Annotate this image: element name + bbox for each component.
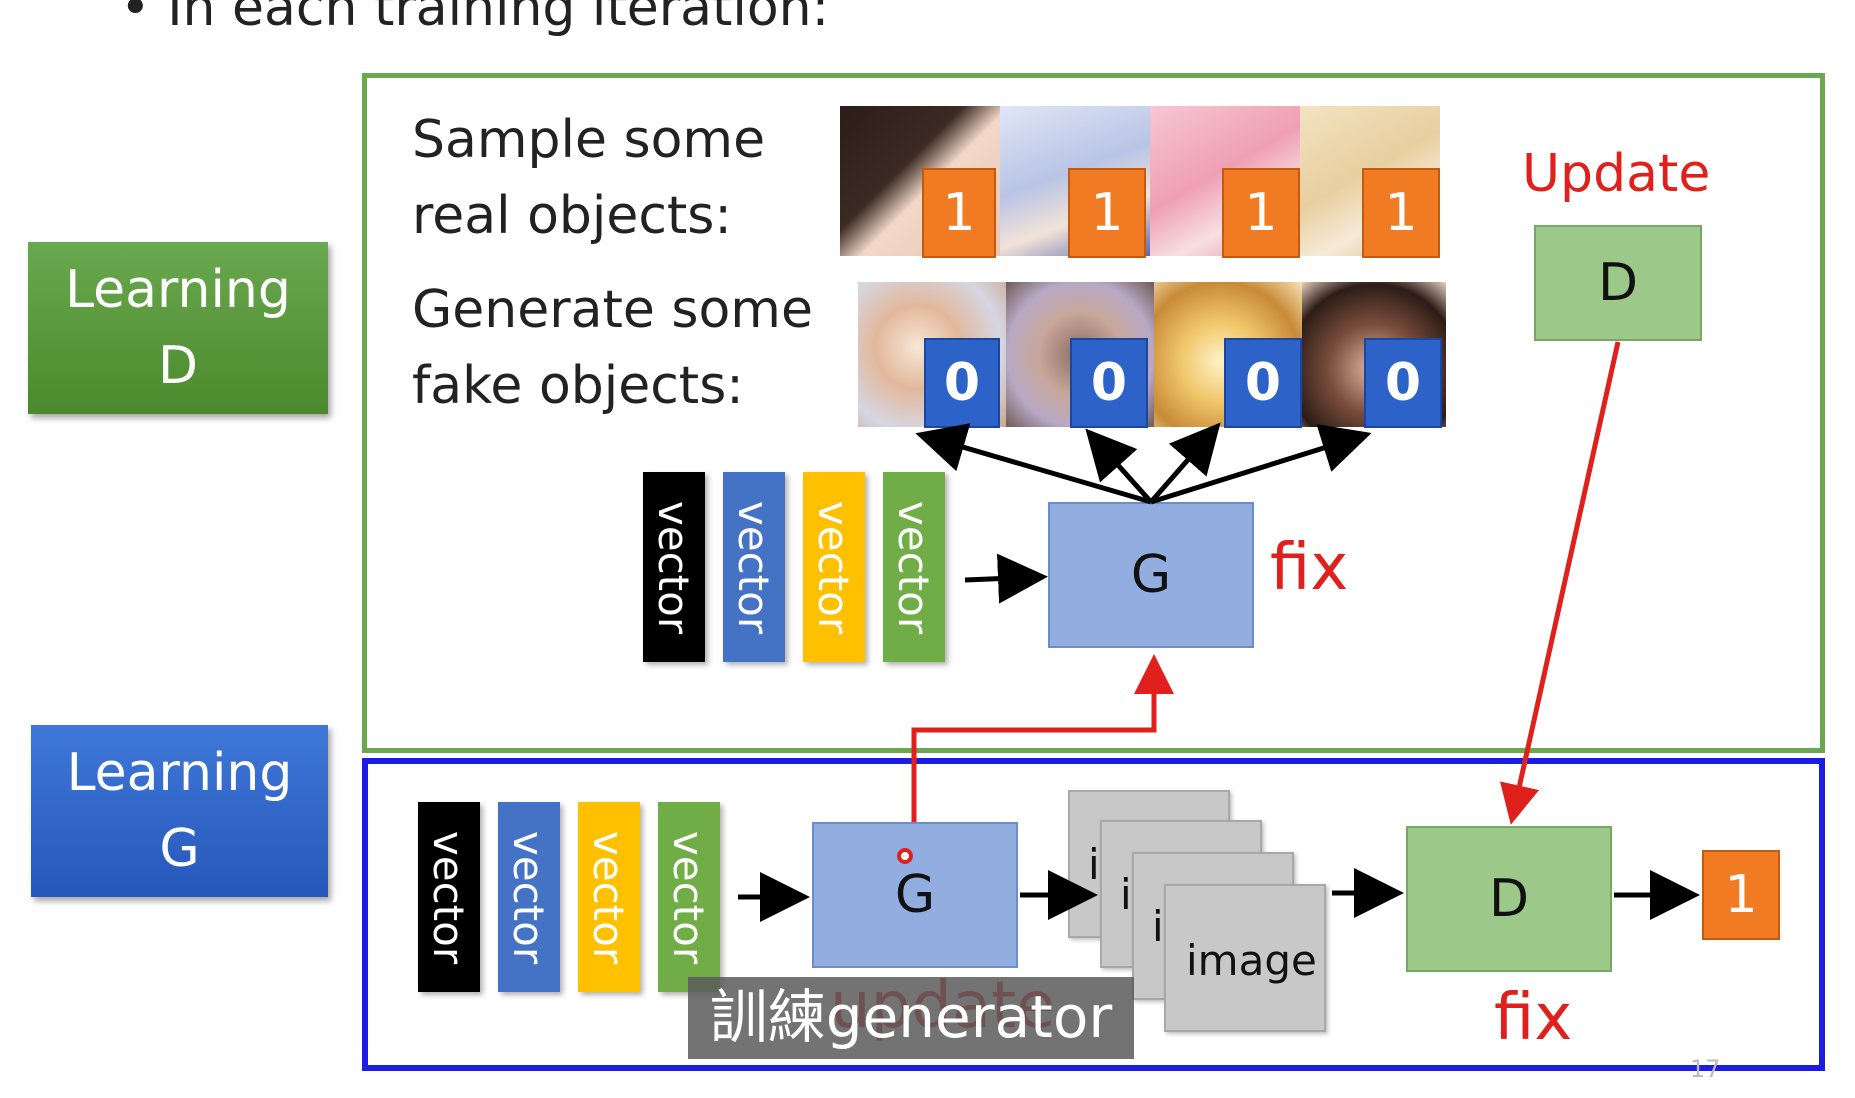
- page-number: 17: [1690, 1055, 1721, 1083]
- arrow-vectors-to-g-top: [964, 553, 1048, 604]
- diagram-arrows: [738, 341, 1700, 922]
- arrow-d-top-to-d-bottom: [1499, 341, 1621, 825]
- video-subtitle: 訓練generator: [688, 977, 1134, 1059]
- arrow-update-g-to-top: [911, 654, 1174, 822]
- arrow-g-to-fake-1: [915, 423, 1152, 505]
